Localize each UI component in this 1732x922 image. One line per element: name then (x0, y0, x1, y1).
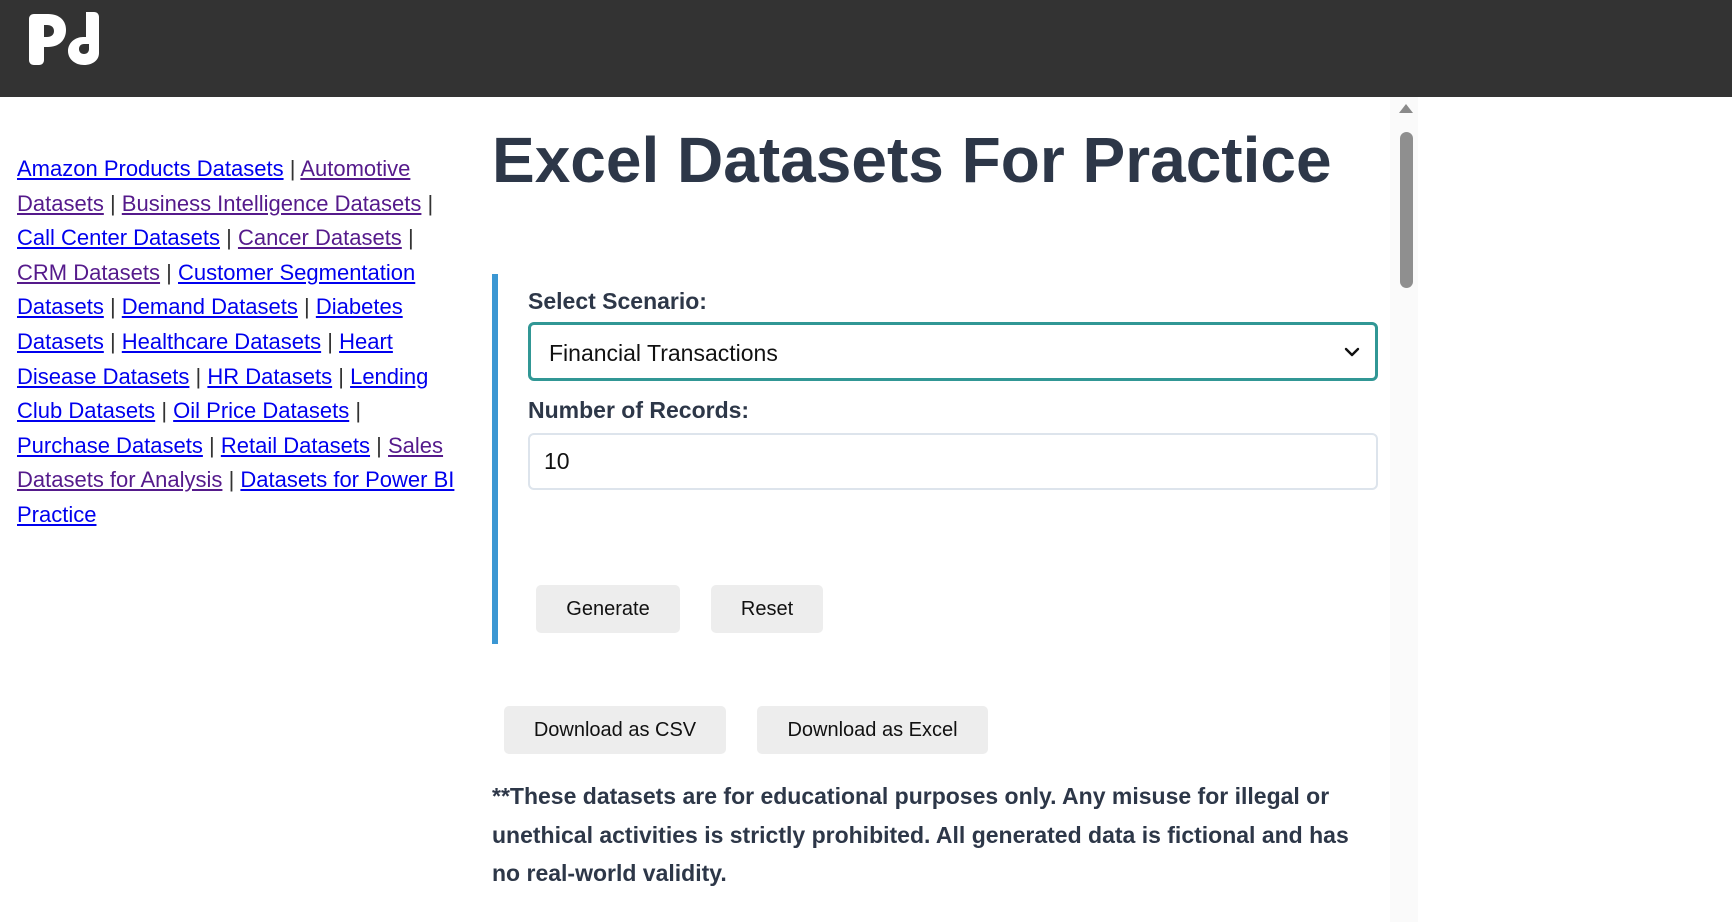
pd-logo[interactable] (24, 8, 110, 66)
sidebar-link[interactable]: Purchase Datasets (17, 433, 203, 458)
generate-button[interactable]: Generate (536, 585, 680, 633)
link-separator: | (407, 225, 414, 251)
link-separator: | (427, 190, 434, 216)
generator-form: Select Scenario: Financial Transactions … (492, 274, 1378, 644)
sidebar-link[interactable]: Retail Datasets (221, 433, 370, 458)
link-separator: | (166, 259, 172, 285)
download-excel-button[interactable]: Download as Excel (757, 706, 988, 754)
scrollbar-thumb[interactable] (1400, 132, 1413, 288)
sidebar-link[interactable]: Amazon Products Datasets (17, 156, 284, 181)
sidebar-link[interactable]: CRM Datasets (17, 260, 160, 285)
link-separator: | (109, 190, 116, 216)
link-separator: | (109, 294, 116, 320)
scenario-label: Select Scenario: (528, 288, 707, 314)
sidebar-link[interactable]: Oil Price Datasets (173, 398, 349, 423)
scroll-up-arrow-icon[interactable] (1399, 104, 1413, 113)
link-separator: | (161, 398, 168, 424)
sidebar-link[interactable]: Cancer Datasets (238, 225, 402, 250)
link-separator: | (226, 225, 232, 251)
link-separator: | (338, 363, 344, 389)
download-csv-button[interactable]: Download as CSV (504, 706, 726, 754)
link-separator: | (327, 328, 333, 354)
link-separator: | (109, 328, 116, 354)
sidebar-link[interactable]: Demand Datasets (122, 294, 298, 319)
dataset-links-nav: Amazon Products Datasets | Automotive Da… (17, 152, 457, 533)
sidebar-link[interactable]: Business Intelligence Datasets (122, 191, 422, 216)
chevron-down-icon (1344, 347, 1360, 357)
link-separator: | (289, 156, 296, 181)
link-separator: | (355, 398, 362, 424)
sidebar-link[interactable]: Healthcare Datasets (122, 329, 321, 354)
records-value: 10 (544, 448, 570, 474)
reset-button[interactable]: Reset (711, 585, 823, 633)
scenario-selected-value: Financial Transactions (549, 340, 778, 366)
site-header: Pd (0, 0, 1732, 97)
disclaimer-text: **These datasets are for educational pur… (492, 783, 1349, 886)
scenario-select[interactable]: Financial Transactions (528, 322, 1378, 381)
sidebar-link[interactable]: Call Center Datasets (17, 225, 220, 250)
link-separator: | (209, 432, 215, 458)
records-label: Number of Records: (528, 397, 750, 423)
link-separator: | (195, 363, 202, 389)
link-separator: | (304, 294, 310, 320)
link-separator: | (376, 432, 382, 458)
records-input[interactable]: 10 (528, 433, 1378, 490)
link-separator: | (228, 467, 235, 493)
sidebar-link[interactable]: HR Datasets (207, 364, 332, 389)
page-title: Excel Datasets For Practice (492, 124, 1332, 196)
